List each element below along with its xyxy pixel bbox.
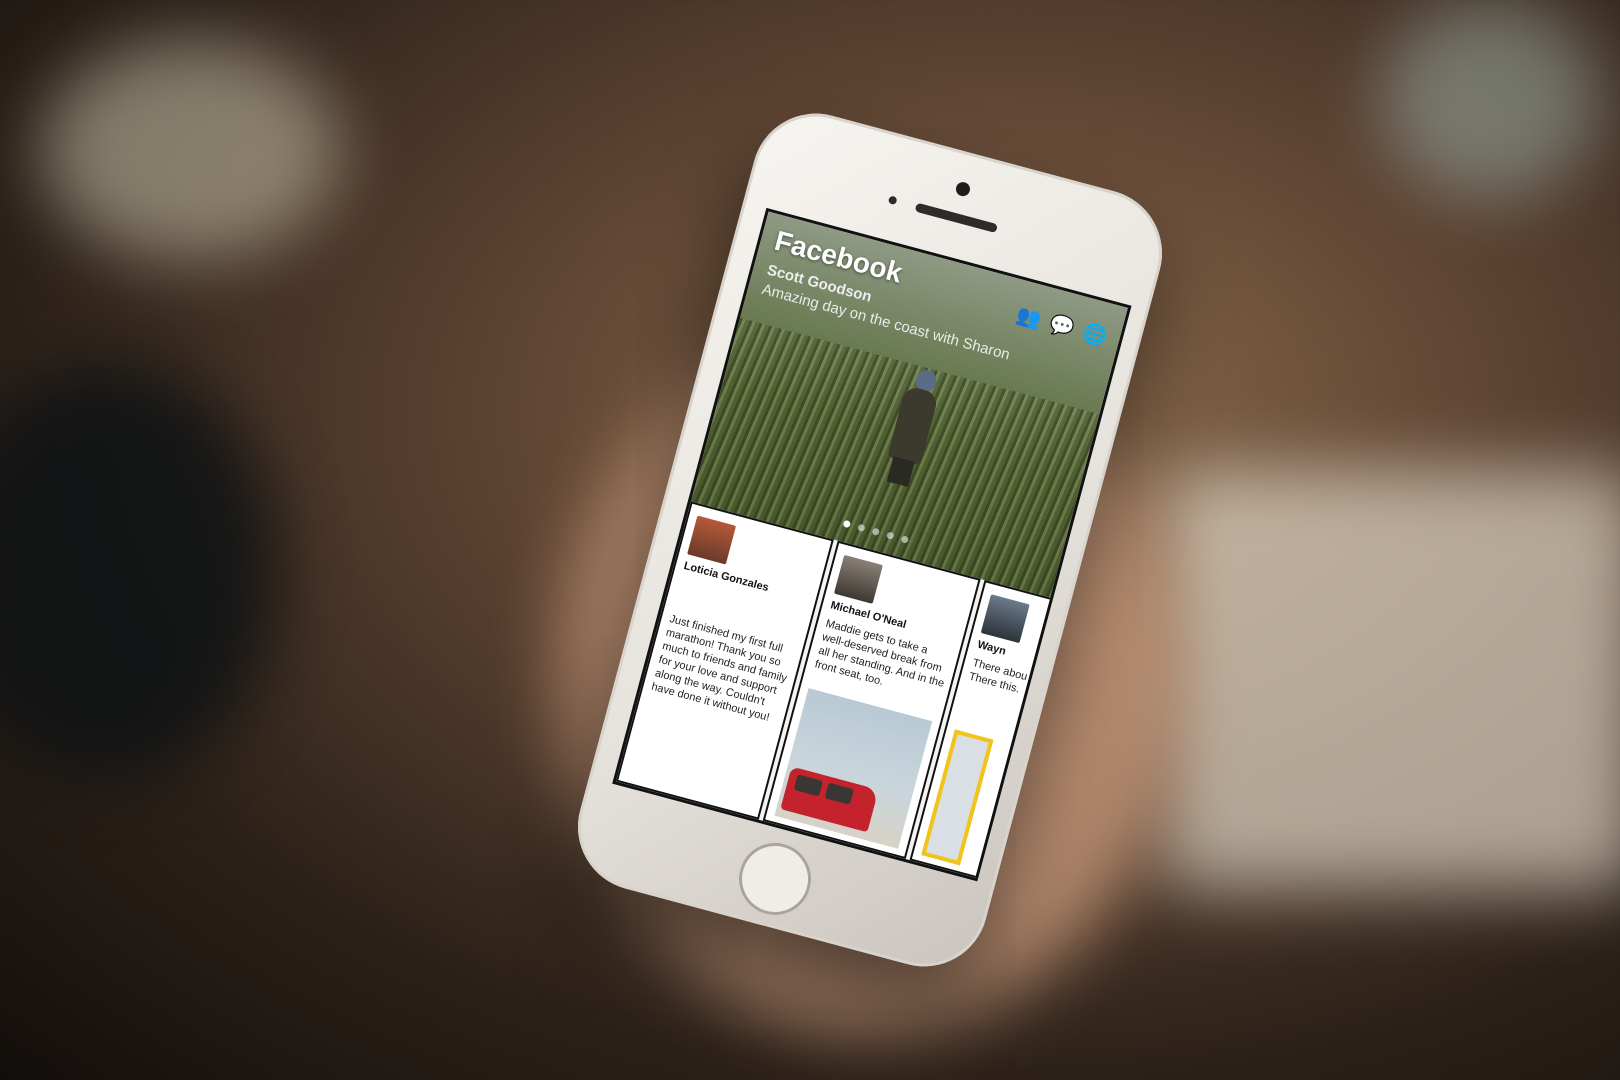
red-car	[780, 766, 879, 833]
card-text: There abou There this.	[967, 656, 1029, 696]
friends-icon[interactable]: 👥	[1013, 302, 1045, 334]
avatar	[980, 594, 1030, 644]
card-photo[interactable]	[774, 688, 933, 849]
avatar	[687, 515, 737, 565]
page-dot[interactable]	[856, 523, 866, 533]
page-dot[interactable]	[842, 519, 851, 529]
page-dot[interactable]	[885, 531, 895, 540]
blurred-typewriter	[0, 360, 280, 780]
card-author: Wayn	[976, 638, 1008, 658]
blurred-paper	[1160, 470, 1620, 890]
avatar	[833, 554, 883, 604]
card-author: Loticia Gonzales	[682, 559, 770, 595]
blurred-lamp	[40, 40, 340, 260]
card-text: Just finished my first full marathon! Th…	[650, 613, 789, 724]
messages-icon[interactable]: 💬	[1046, 310, 1078, 342]
globe-icon[interactable]: 🌐	[1079, 319, 1111, 351]
page-dot[interactable]	[871, 527, 880, 536]
page-dot[interactable]	[900, 535, 909, 544]
card-text: Maddie gets to take a well-deserved brea…	[813, 617, 946, 690]
blurred-globe	[1380, 0, 1600, 200]
